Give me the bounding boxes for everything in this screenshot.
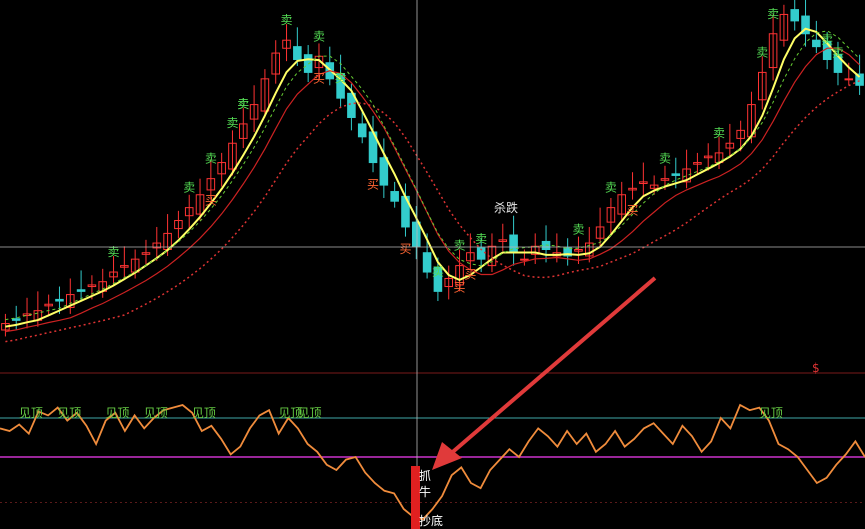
candle-body — [390, 191, 399, 202]
sell-signal: 卖 — [756, 45, 768, 59]
buy-signal: 买 — [313, 71, 325, 85]
candle-body — [379, 157, 389, 186]
candle-body — [422, 252, 432, 273]
candle-body — [11, 318, 21, 321]
buy-signal: 买 — [627, 203, 639, 217]
sell-signal: 卖 — [605, 181, 617, 195]
sell-signal: 卖 — [205, 152, 217, 166]
buy-signal: 买 — [399, 242, 411, 256]
sell-signal: 卖 — [767, 7, 779, 21]
top-signal: 见顶 — [192, 406, 216, 420]
sell-signal: 卖 — [281, 13, 293, 27]
sell-signal: 卖 — [432, 264, 444, 278]
candle-body — [520, 258, 529, 261]
bottom-marker-3: 抄底 — [419, 513, 443, 528]
top-signal: 见顶 — [298, 406, 322, 420]
sell-signal: 卖 — [237, 97, 249, 111]
sell-signal: 卖 — [183, 181, 195, 195]
sell-signal: 卖 — [454, 239, 466, 253]
candle-body — [76, 289, 86, 292]
candle-body — [293, 46, 302, 61]
sell-signal: 卖 — [313, 29, 325, 43]
special-marker: 杀跌 — [494, 200, 518, 215]
buy-signal: 买 — [205, 194, 217, 208]
sell-signal: 卖 — [832, 45, 844, 59]
top-signal: 见顶 — [105, 406, 129, 420]
top-signal: 见顶 — [759, 406, 783, 420]
bottom-marker-1: 抓 — [419, 469, 431, 483]
sell-signal: 卖 — [335, 71, 347, 85]
sell-signal: 卖 — [572, 223, 584, 237]
sell-signal: 卖 — [713, 126, 725, 140]
dollar-marker: $ — [812, 361, 820, 375]
stock-chart-canvas: 卖卖卖卖卖卖卖卖卖卖卖 卖卖卖卖卖卖卖卖卖买买买买买买买 见顶 见顶 见顶 见顶 见顶 见顶… — [0, 0, 865, 529]
candle-body — [357, 123, 367, 138]
sell-signal: 卖 — [475, 232, 487, 246]
candle-body — [55, 298, 64, 302]
candle-body — [844, 78, 854, 81]
sell-signal: 卖 — [226, 116, 238, 130]
buy-signal: 买 — [367, 178, 379, 192]
candle-body — [411, 221, 421, 247]
top-signal: 见顶 — [19, 406, 43, 420]
bottom-marker-2: 牛 — [419, 484, 431, 499]
buy-signal: 买 — [464, 268, 476, 282]
candle-body — [812, 39, 821, 48]
top-signal: 见顶 — [144, 406, 168, 420]
candle-body — [671, 173, 681, 176]
candle-body — [790, 9, 800, 22]
sell-signal: 卖 — [659, 152, 671, 166]
top-signal: 见顶 — [57, 406, 81, 420]
buy-signal: 买 — [454, 281, 466, 295]
